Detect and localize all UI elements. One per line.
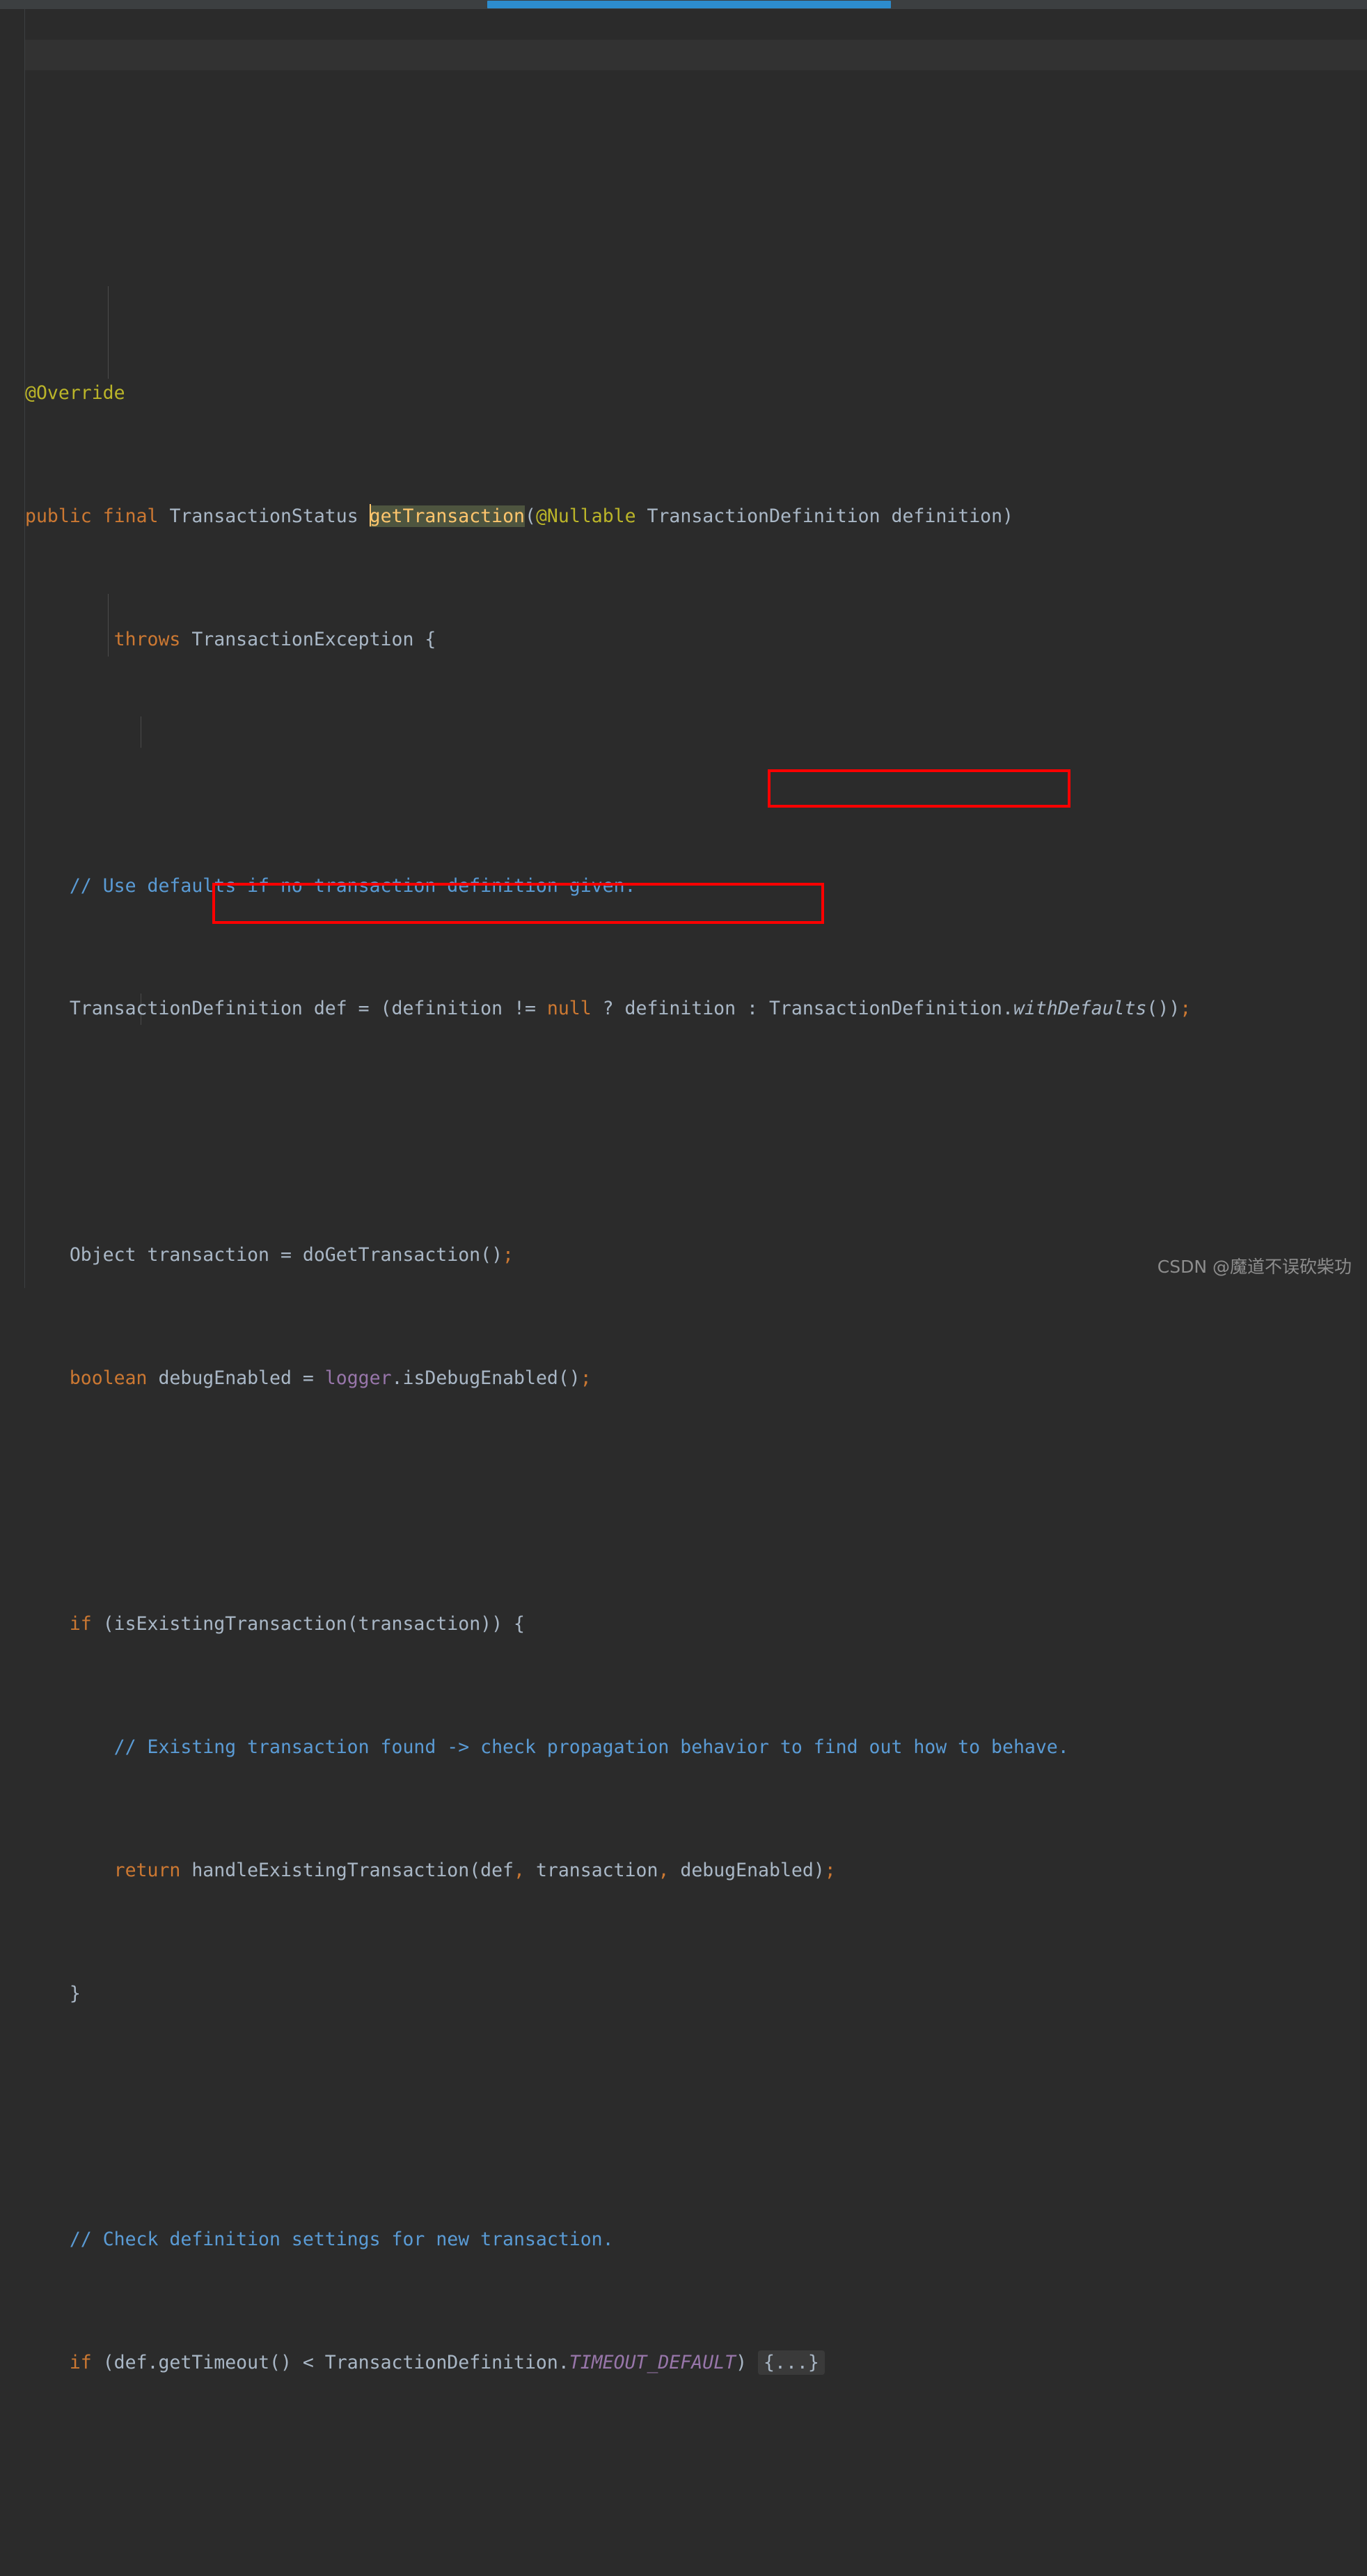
comment: // Check definition settings for new tra… [69,2229,614,2251]
annotation-override: @Override [25,382,125,405]
scrollbar-thumb[interactable] [487,1,891,8]
code-line[interactable]: // Existing transaction found -> check p… [25,1732,1367,1763]
code-editor[interactable]: @Override public final TransactionStatus… [0,9,1367,2375]
code-line[interactable]: // Check definition settings for new tra… [25,2224,1367,2255]
caret-row-highlight [25,40,1367,71]
keyword-if: if [69,2352,92,2374]
keyword-boolean: boolean [69,1367,148,1389]
static-method-withDefaults: withDefaults [1013,998,1147,1020]
keyword-final: final [102,505,159,528]
editor-gutter[interactable] [0,9,25,1288]
constant-timeout-default: TIMEOUT_DEFAULT [569,2352,736,2374]
horizontal-scrollbar[interactable] [0,0,1367,9]
code-line[interactable]: boolean debugEnabled = logger.isDebugEna… [25,1363,1367,1394]
code-line[interactable]: public final TransactionStatus getTransa… [25,501,1367,532]
code-line[interactable]: return handleExistingTransaction(def, tr… [25,1855,1367,1886]
code-line[interactable]: if (def.getTimeout() < TransactionDefini… [25,2348,1367,2378]
keyword-return: return [113,1860,181,1881]
method-name-getTransaction: getTransaction [369,505,525,528]
indent-guide [108,286,109,379]
keyword-public: public [25,505,92,528]
keyword-null: null [546,998,592,1020]
annotation-nullable: @Nullable [535,505,636,528]
keyword-throws: throws [113,629,181,651]
code-line[interactable]: } [25,1979,1367,2009]
field-logger: logger [324,1367,392,1389]
code-line[interactable]: if (isExistingTransaction(transaction)) … [25,1609,1367,1640]
keyword-if: if [69,1613,92,1635]
identifier-under-caret[interactable]: getTransaction [369,504,525,528]
code-line[interactable]: @Override [25,378,1367,409]
folded-region[interactable]: {...} [758,2350,825,2375]
code-line[interactable]: // Use defaults if no transaction defini… [25,871,1367,902]
code-content[interactable]: @Override public final TransactionStatus… [25,9,1367,2375]
code-line[interactable]: TransactionDefinition def = (definition … [25,994,1367,1024]
comment: // Use defaults if no transaction defini… [69,874,636,897]
watermark: CSDN @魔道不误砍柴功 [1157,1257,1352,1277]
code-line[interactable]: throws TransactionException { [25,625,1367,655]
comment: // Existing transaction found -> check p… [113,1736,1069,1759]
